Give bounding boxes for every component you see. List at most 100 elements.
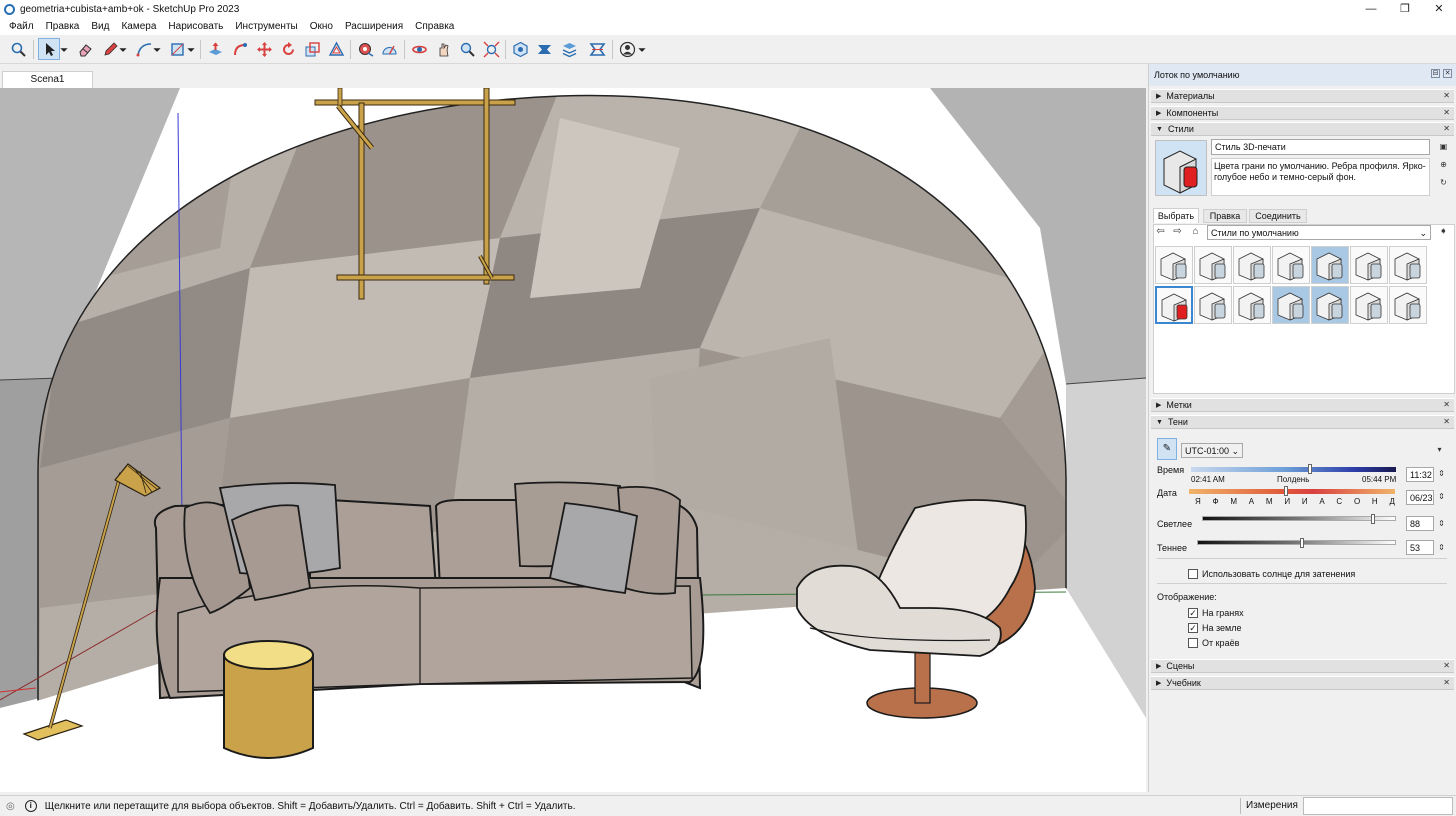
light-slider[interactable] [1202, 516, 1396, 521]
style-thumbnail[interactable] [1350, 286, 1388, 324]
minimize-button[interactable]: — [1354, 0, 1388, 18]
menu-extensions[interactable]: Расширения [339, 21, 409, 32]
orbit-icon[interactable] [408, 38, 430, 60]
date-slider[interactable] [1189, 489, 1395, 494]
panel-scenes[interactable]: ▶ Сцены ✕ [1151, 659, 1454, 673]
protractor-icon[interactable] [378, 38, 400, 60]
style-thumbnail[interactable] [1155, 286, 1193, 324]
select-arrow-icon[interactable] [38, 38, 60, 60]
3d-warehouse-icon[interactable] [509, 38, 531, 60]
style-name-field[interactable]: Стиль 3D-печати [1211, 139, 1430, 155]
light-field[interactable]: 88 [1406, 516, 1434, 531]
close-icon[interactable]: ✕ [1443, 108, 1450, 117]
style-builder-icon[interactable] [586, 38, 608, 60]
time-field[interactable]: 11:32 [1406, 467, 1434, 482]
style-thumbnail[interactable] [1311, 246, 1349, 284]
close-icon[interactable]: ✕ [1443, 661, 1450, 670]
style-thumbnail[interactable] [1272, 286, 1310, 324]
style-thumbnail[interactable] [1350, 246, 1388, 284]
panel-instructor[interactable]: ▶ Учебник ✕ [1151, 676, 1454, 690]
pan-icon[interactable] [432, 38, 454, 60]
eraser-icon[interactable] [74, 38, 96, 60]
menu-file[interactable]: Файл [3, 21, 40, 32]
home-icon[interactable]: ⌂ [1191, 227, 1200, 237]
create-style-icon[interactable]: ▣ [1439, 142, 1448, 151]
on-ground-checkbox[interactable]: ✓ [1188, 623, 1198, 633]
timezone-select[interactable]: UTC-01:00 ⌄ [1181, 443, 1243, 458]
menu-draw[interactable]: Нарисовать [162, 21, 229, 32]
menu-camera[interactable]: Камера [115, 21, 162, 32]
style-thumbnail[interactable] [1194, 286, 1232, 324]
close-icon[interactable]: ✕ [1443, 124, 1450, 133]
from-edges-checkbox[interactable] [1188, 638, 1198, 648]
spinner-icon[interactable]: ⇕ [1437, 519, 1446, 528]
offset-icon[interactable] [325, 38, 347, 60]
follow-me-icon[interactable] [229, 38, 251, 60]
measurements-field[interactable] [1303, 797, 1453, 815]
extension-warehouse-icon[interactable] [533, 38, 555, 60]
close-icon[interactable]: ✕ [1443, 678, 1450, 687]
search-icon[interactable] [7, 38, 29, 60]
details-icon[interactable]: ▾ [1435, 445, 1444, 454]
layout-icon[interactable] [558, 38, 580, 60]
zoom-extents-icon[interactable] [480, 38, 502, 60]
tape-measure-icon[interactable] [354, 38, 376, 60]
menu-window[interactable]: Окно [304, 21, 339, 32]
shadows-toggle-button[interactable]: ✎ [1157, 438, 1177, 460]
details-arrow-icon[interactable]: ➧ [1439, 227, 1448, 237]
account-icon[interactable] [616, 38, 638, 60]
dark-field[interactable]: 53 [1406, 540, 1434, 555]
close-icon[interactable]: ✕ [1443, 417, 1450, 426]
tab-mix[interactable]: Соединить [1249, 209, 1307, 223]
dark-slider[interactable] [1197, 540, 1396, 545]
push-pull-icon[interactable] [204, 38, 226, 60]
panel-tags[interactable]: ▶ Метки ✕ [1151, 398, 1454, 412]
date-field[interactable]: 06/23 [1406, 490, 1434, 505]
tab-edit[interactable]: Правка [1203, 209, 1247, 223]
date-slider-thumb[interactable] [1283, 486, 1288, 496]
use-sun-checkbox[interactable] [1188, 569, 1198, 579]
light-slider-thumb[interactable] [1370, 514, 1375, 524]
info-icon[interactable]: i [24, 800, 37, 812]
chevron-down-icon[interactable] [636, 38, 648, 60]
spinner-icon[interactable]: ⇕ [1437, 492, 1446, 501]
style-thumbnail[interactable] [1389, 286, 1427, 324]
menu-view[interactable]: Вид [85, 21, 115, 32]
update-style-icon[interactable]: ⊕ [1439, 160, 1448, 169]
menu-tools[interactable]: Инструменты [229, 21, 303, 32]
style-description[interactable]: Цвета грани по умолчанию. Ребра профиля.… [1211, 158, 1430, 196]
menu-help[interactable]: Справка [409, 21, 460, 32]
maximize-button[interactable]: ❐ [1388, 0, 1422, 18]
panel-styles[interactable]: ▼ Стили ✕ [1151, 122, 1454, 136]
scale-icon[interactable] [301, 38, 323, 60]
close-icon[interactable]: ✕ [1443, 69, 1452, 78]
menu-edit[interactable]: Правка [40, 21, 86, 32]
spinner-icon[interactable]: ⇕ [1437, 543, 1446, 552]
refresh-icon[interactable]: ↻ [1439, 178, 1448, 187]
panel-components[interactable]: ▶ Компоненты ✕ [1151, 106, 1454, 120]
pin-icon[interactable]: ⊟ [1431, 69, 1440, 78]
style-thumbnail[interactable] [1194, 246, 1232, 284]
style-thumbnail[interactable] [1272, 246, 1310, 284]
close-icon[interactable]: ✕ [1443, 400, 1450, 409]
on-faces-checkbox[interactable]: ✓ [1188, 608, 1198, 618]
style-collection-select[interactable]: Стили по умолчанию ⌄ [1207, 225, 1431, 240]
time-slider-thumb[interactable] [1307, 464, 1312, 474]
back-arrow-icon[interactable]: ⇦ [1156, 227, 1165, 237]
chevron-down-icon[interactable] [151, 38, 163, 60]
style-thumbnail[interactable] [1389, 246, 1427, 284]
panel-materials[interactable]: ▶ Материалы ✕ [1151, 89, 1454, 103]
move-icon[interactable] [253, 38, 275, 60]
close-icon[interactable]: ✕ [1443, 91, 1450, 100]
chevron-down-icon[interactable] [58, 38, 70, 60]
dark-slider-thumb[interactable] [1300, 538, 1305, 548]
spinner-icon[interactable]: ⇕ [1437, 469, 1446, 478]
zoom-icon[interactable] [456, 38, 478, 60]
panel-shadows[interactable]: ▼ Тени ✕ [1151, 415, 1454, 429]
model-viewport[interactable] [0, 88, 1146, 792]
time-slider[interactable] [1191, 467, 1396, 472]
forward-arrow-icon[interactable]: ⇨ [1173, 227, 1182, 237]
tab-scena1[interactable]: Scena1 [2, 71, 93, 88]
rotate-icon[interactable] [277, 38, 299, 60]
tab-select[interactable]: Выбрать [1153, 208, 1199, 223]
